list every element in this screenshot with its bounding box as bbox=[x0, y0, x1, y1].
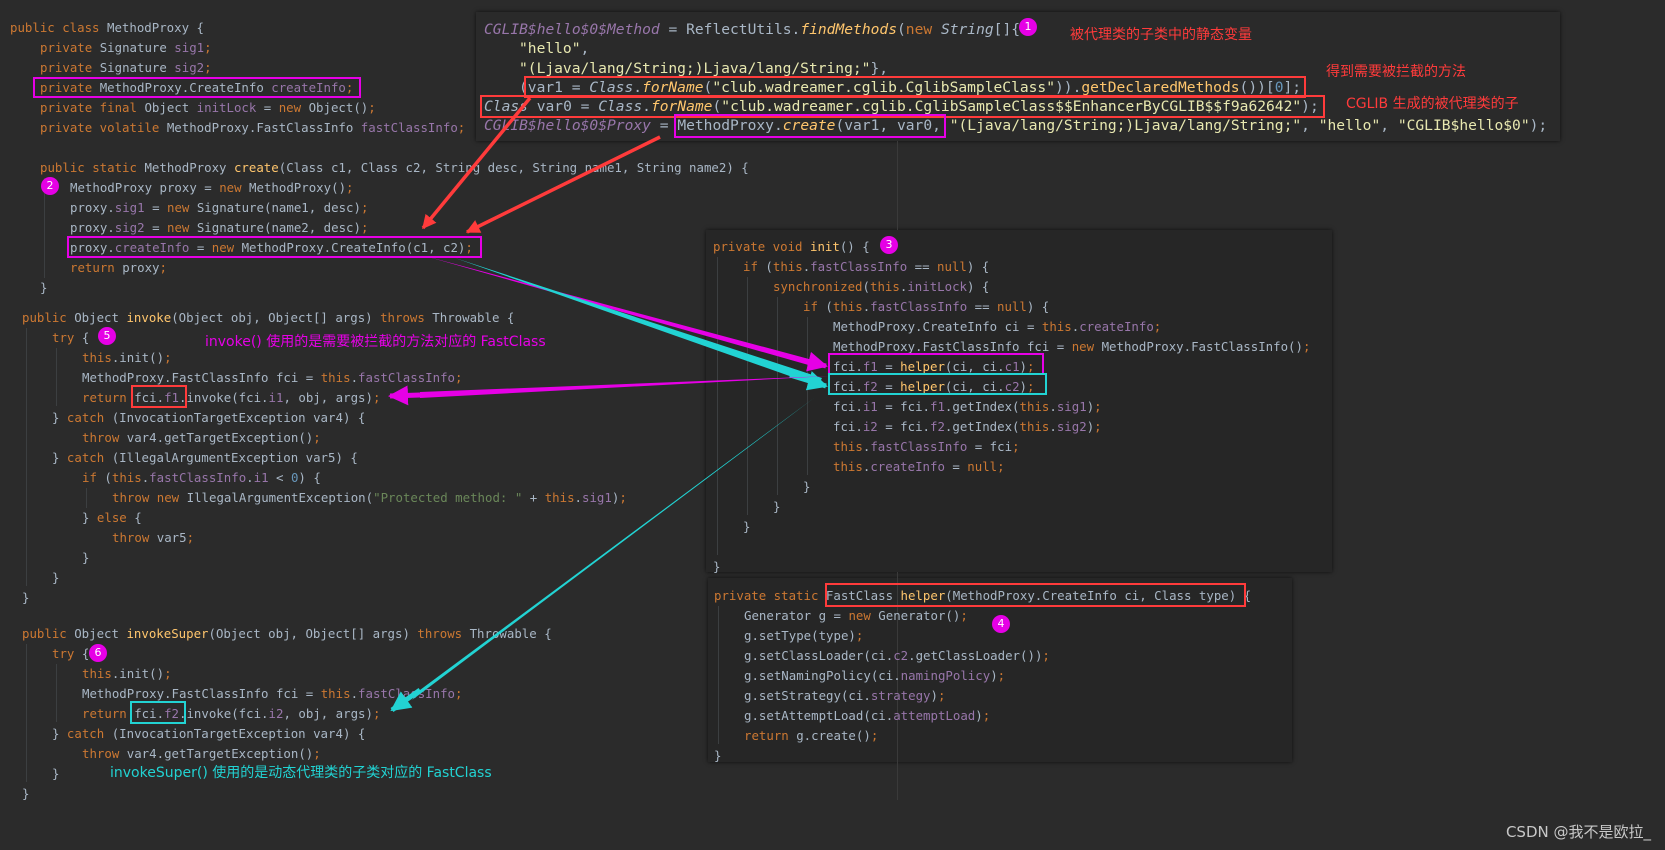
step-badge: 4 bbox=[992, 615, 1010, 633]
annotation-text: invokeSuper() 使用的是动态代理类的子类对应的 FastClass bbox=[110, 765, 492, 781]
annotation-text: invoke() 使用的是需要被拦截的方法对应的 FastClass bbox=[205, 334, 546, 350]
arrow-createinfo-to-f1-shaft bbox=[425, 256, 820, 368]
annotation-text: 得到需要被拦截的方法 bbox=[1326, 64, 1466, 80]
step-badge: 2 bbox=[41, 177, 59, 195]
step-badge: 1 bbox=[1019, 18, 1037, 36]
watermark: CSDN @我不是欧拉_ bbox=[1505, 823, 1651, 841]
annotation-text: CGLIB 生成的被代理类的子 bbox=[1346, 96, 1519, 112]
arrow-f2-to-invokesuper-shaft bbox=[412, 398, 814, 700]
arrow-createinfo-to-f2-shaft bbox=[455, 258, 822, 386]
annotation-text: 被代理类的子类中的静态变量 bbox=[1070, 27, 1252, 43]
arrow-f2-to-invokesuper bbox=[390, 687, 422, 713]
step-badge: 5 bbox=[98, 327, 116, 345]
step-badge: 6 bbox=[89, 644, 107, 662]
arrow-f1-to-invoke-shaft bbox=[420, 376, 830, 398]
arrow-var0-to-createinfo bbox=[465, 135, 661, 234]
annotation-arrows bbox=[388, 96, 830, 713]
arrow-f1-to-invoke bbox=[388, 385, 421, 406]
step-badge: 3 bbox=[880, 236, 898, 254]
